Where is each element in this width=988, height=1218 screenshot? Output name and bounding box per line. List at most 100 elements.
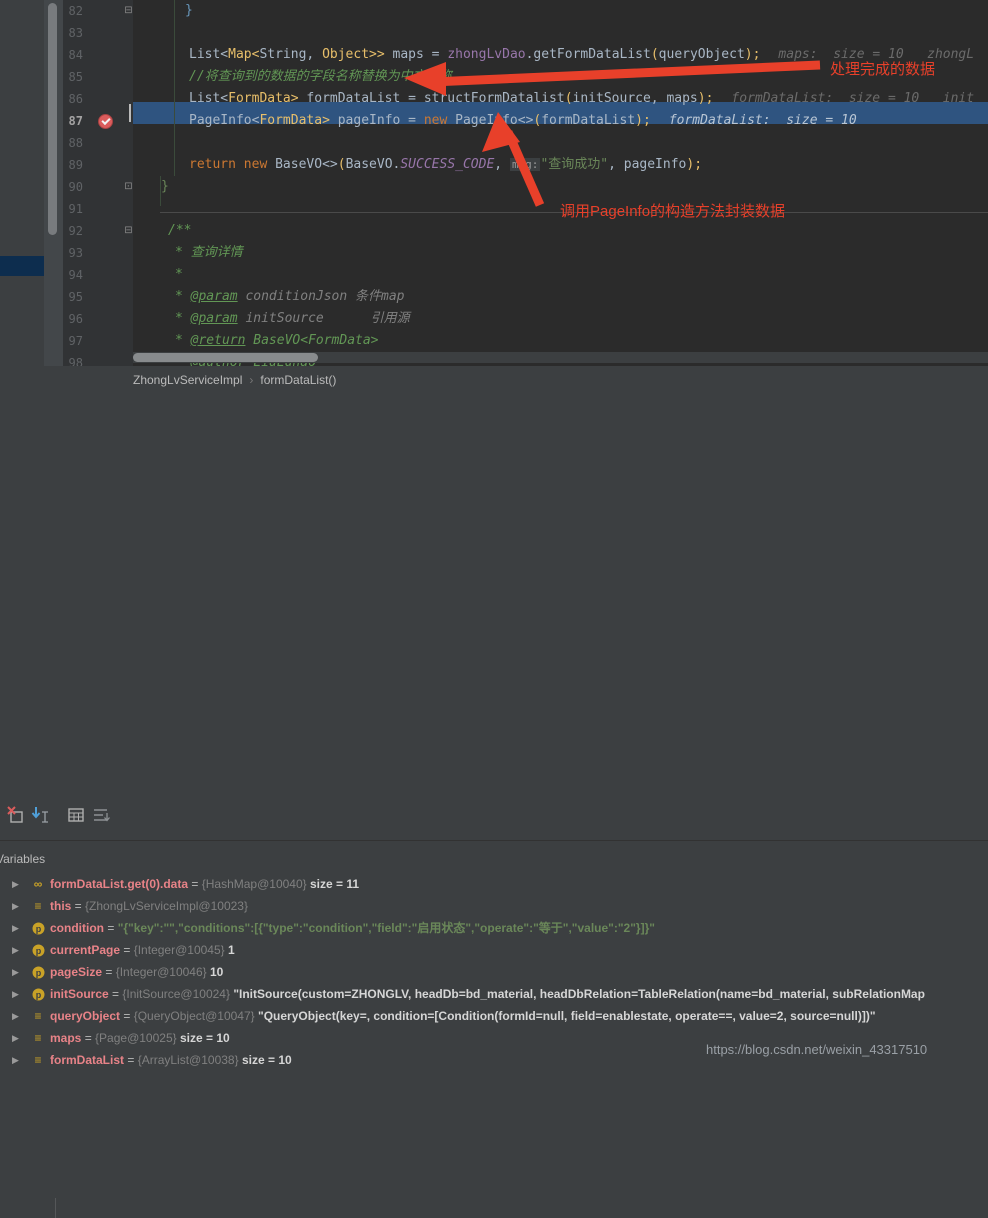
expand-triangle-icon[interactable]: ▶ <box>12 873 23 895</box>
code-line-89[interactable]: return new BaseVO<>(BaseVO.SUCCESS_CODE,… <box>133 154 702 176</box>
variable-name: this = {ZhongLvServiceImpl@10023} <box>50 899 248 913</box>
inline-debug-hint: formDataList: size = 10 <box>668 113 857 128</box>
variable-name: maps = {Page@10025} size = 10 <box>50 1031 230 1045</box>
javadoc-tag[interactable]: @return <box>191 333 246 348</box>
editor-vertical-scrollbar-thumb[interactable] <box>48 3 57 235</box>
code-token: FormData> <box>228 91 299 106</box>
code-token: Object>> <box>322 47 385 62</box>
code-token: ); <box>686 157 703 172</box>
expand-triangle-icon[interactable]: ▶ <box>12 983 23 1005</box>
breadcrumb-method[interactable]: formDataList() <box>260 373 336 387</box>
watch-icon: ∞ <box>33 877 43 891</box>
code-line-85[interactable]: //将查询到的数据的字段名称替换为中文名称 <box>133 66 452 88</box>
toolbar-bottom-divider <box>0 840 988 841</box>
javadoc-tag[interactable]: @param <box>191 311 238 326</box>
line-number: 85 <box>68 70 83 84</box>
code-token: pageInfo = <box>329 113 424 128</box>
code-token: , <box>494 157 510 172</box>
code-string: "查询成功" <box>540 157 609 172</box>
code-line-94[interactable]: * <box>133 264 183 286</box>
code-token: String, <box>259 47 323 62</box>
editor-region: 82 83 84 85 86 87 88 89 90 91 92 93 94 9… <box>0 0 988 366</box>
code-token: ( <box>650 47 659 62</box>
code-text[interactable]: } List<Map<String, Object>> maps = zhong… <box>133 0 988 366</box>
expand-triangle-icon[interactable]: ▶ <box>12 917 23 939</box>
code-line-95[interactable]: * @param conditionJson 条件map <box>133 286 405 308</box>
code-line-93[interactable]: * 查询详情 <box>133 242 243 264</box>
line-number: 91 <box>68 202 83 216</box>
code-line-96[interactable]: * @param initSource 引用源 <box>133 308 410 330</box>
svg-text:p: p <box>35 946 41 956</box>
javadoc-text: initSource 引用源 <box>237 311 410 326</box>
line-number: 89 <box>68 158 83 172</box>
editor-gutter[interactable]: 82 83 84 85 86 87 88 89 90 91 92 93 94 9… <box>63 0 133 366</box>
code-keyword: new <box>423 113 448 128</box>
field-icon: ≡ <box>34 1053 42 1067</box>
variables-title: Variables <box>0 852 46 866</box>
code-pane[interactable]: 82 83 84 85 86 87 88 89 90 91 92 93 94 9… <box>63 0 988 366</box>
code-token: FormData> <box>259 113 330 128</box>
parameter-icon: p <box>30 939 46 961</box>
code-line-82[interactable]: } <box>133 0 193 22</box>
code-token: SUCCESS_CODE <box>400 157 495 172</box>
code-comment: * 查询详情 <box>175 245 243 260</box>
variable-name: formDataList = {ArrayList@10038} size = … <box>50 1053 292 1067</box>
expand-triangle-icon[interactable]: ▶ <box>12 939 23 961</box>
code-token: PageInfo<> <box>447 113 534 128</box>
code-token: PageInfo< <box>189 113 260 128</box>
code-token: , pageInfo <box>608 157 687 172</box>
code-token: zhongLvDao <box>447 47 526 62</box>
code-line-84[interactable]: List<Map<String, Object>> maps = zhongLv… <box>133 44 974 66</box>
expand-triangle-icon[interactable]: ▶ <box>12 895 23 917</box>
line-number: 82 <box>68 4 83 18</box>
code-line-86[interactable]: List<FormData> formDataList = structForm… <box>133 88 974 110</box>
code-token: queryObject <box>658 47 745 62</box>
show-as-table-icon[interactable] <box>65 804 87 826</box>
code-token: initSource, maps <box>572 91 698 106</box>
javadoc-tag[interactable]: @param <box>191 289 238 304</box>
code-comment: /** <box>168 223 192 238</box>
code-token: ( <box>564 91 573 106</box>
line-number: 87 <box>68 114 83 128</box>
code-token: formDataList = structFormDatalist <box>298 91 565 106</box>
field-icon: ≡ <box>34 899 42 913</box>
code-keyword: return new <box>189 157 268 172</box>
line-number: 97 <box>68 334 83 348</box>
watermark-url: https://blog.csdn.net/weixin_43317510 <box>706 1042 928 1057</box>
expand-triangle-icon[interactable]: ▶ <box>12 1005 23 1027</box>
force-step-into-icon[interactable] <box>30 804 52 826</box>
code-line-90[interactable]: } <box>133 176 169 198</box>
line-number: 94 <box>68 268 83 282</box>
breadcrumb-separator-icon: › <box>249 373 254 387</box>
variable-name: queryObject = {QueryObject@10047} "Query… <box>50 1009 876 1023</box>
expand-triangle-icon[interactable]: ▶ <box>12 961 23 983</box>
line-number: 84 <box>68 48 83 62</box>
code-token: ); <box>635 113 651 128</box>
breakpoint-icon[interactable] <box>98 114 113 129</box>
variable-name: currentPage = {Integer@10045} 1 <box>50 943 235 957</box>
code-token: ( <box>337 157 346 172</box>
evaluate-expression-icon[interactable] <box>5 804 27 826</box>
code-line-92[interactable]: /** <box>133 220 191 242</box>
editor-horizontal-scrollbar-thumb[interactable] <box>133 353 318 362</box>
expand-triangle-icon[interactable]: ▶ <box>12 1049 23 1071</box>
parameter-icon: p <box>30 917 46 939</box>
expand-triangle-icon[interactable]: ▶ <box>12 1027 23 1049</box>
line-number: 98 <box>68 356 83 366</box>
inline-debug-hint: formDataList: size = 10 init <box>731 91 975 106</box>
javadoc-text: BaseVO<FormData> <box>245 333 379 348</box>
svg-text:p: p <box>35 924 41 934</box>
field-icon: ≡ <box>34 1009 42 1023</box>
code-token: BaseVO. <box>345 157 401 172</box>
breadcrumb-class[interactable]: ZhongLvServiceImpl <box>63 373 242 387</box>
variable-name: condition = "{"key":"","conditions":[{"t… <box>50 921 655 935</box>
code-line-87[interactable]: PageInfo<FormData> pageInfo = new PageIn… <box>133 110 857 132</box>
code-line-97[interactable]: * @return BaseVO<FormData> <box>133 330 379 352</box>
tool-window-tab[interactable] <box>0 256 44 276</box>
line-number: 95 <box>68 290 83 304</box>
code-token: maps = <box>384 47 448 62</box>
variable-name: pageSize = {Integer@10046} 10 <box>50 965 224 979</box>
variable-name: formDataList.get(0).data = {HashMap@1004… <box>50 877 360 891</box>
code-token: ); <box>744 47 761 62</box>
sort-values-icon[interactable] <box>90 804 112 826</box>
